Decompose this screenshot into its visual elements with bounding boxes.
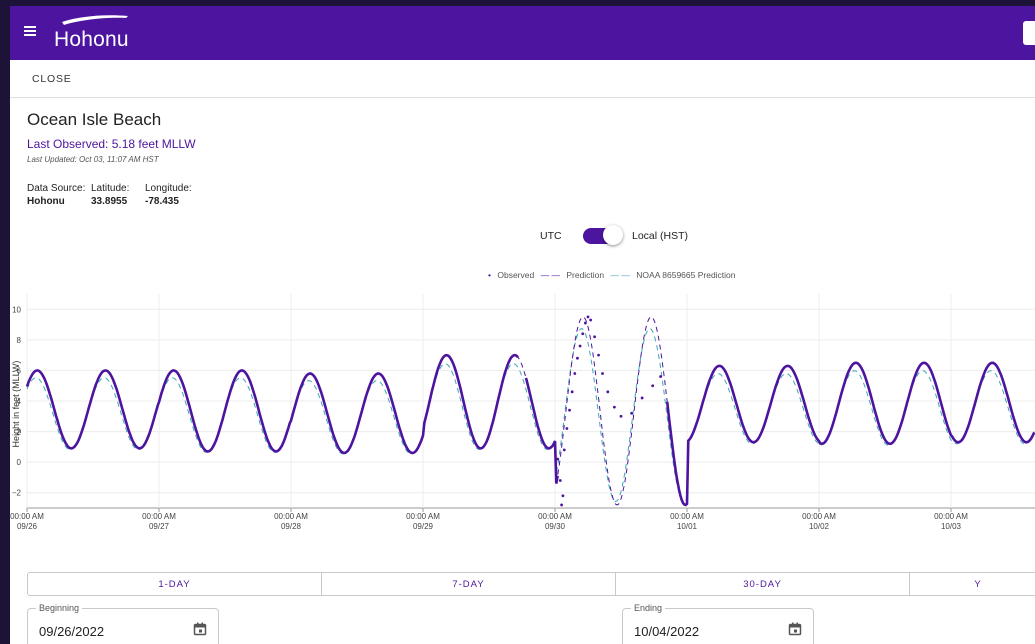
local-label[interactable]: Local (HST) xyxy=(632,230,688,242)
ending-value[interactable]: 10/04/2022 xyxy=(634,624,699,639)
observed-point xyxy=(593,335,596,339)
calendar-icon[interactable] xyxy=(788,622,802,636)
observed-point xyxy=(606,390,610,394)
beginning-date-field[interactable]: Beginning 09/26/2022 xyxy=(27,603,219,644)
timezone-switch-knob[interactable] xyxy=(603,225,623,245)
noaa-prediction-line xyxy=(26,328,1035,503)
observed-point xyxy=(565,427,569,430)
observed-point xyxy=(589,318,593,322)
observed-point xyxy=(651,384,655,388)
prediction-line xyxy=(26,316,1035,506)
observed-point xyxy=(560,503,563,507)
observed-line xyxy=(665,361,1035,507)
x-tick-date: 09/27 xyxy=(149,522,170,531)
observed-point xyxy=(561,494,565,498)
observed-point xyxy=(630,411,633,415)
tide-chart: −20246810 00:00 AM09/2600:00 AM09/2700:0… xyxy=(10,294,1035,531)
meta-label: Data Source: xyxy=(27,183,86,194)
logo-wave-icon xyxy=(62,15,128,25)
station-title: Ocean Isle Beach xyxy=(27,110,162,129)
meta-latitude: Latitude: 33.8955 xyxy=(91,182,129,208)
observed-dot-icon: • xyxy=(488,270,491,280)
y-axis-label: Height in feet (MLLW) xyxy=(11,361,21,448)
appbar-action-button[interactable] xyxy=(1023,21,1035,45)
y-tick-label: −2 xyxy=(12,489,22,498)
x-tick-date: 09/29 xyxy=(413,522,434,531)
app-frame: Hohonu CLOSE Ocean Isle Beach Last Obser… xyxy=(10,6,1035,644)
legend-noaa[interactable]: NOAA 8659665 Prediction xyxy=(636,270,735,280)
x-tick-time: 00:00 AM xyxy=(406,512,440,521)
timezone-toggle: UTC Local (HST) xyxy=(540,225,740,247)
meta-label: Latitude: xyxy=(91,183,130,194)
observed-point xyxy=(570,390,574,394)
range-year-button[interactable]: Y xyxy=(910,573,1035,595)
x-tick-date: 10/01 xyxy=(677,522,698,531)
observed-point xyxy=(601,372,604,375)
observed-point xyxy=(640,396,644,400)
meta-value: -78.435 xyxy=(145,196,179,207)
range-1-day-button[interactable]: 1-DAY xyxy=(28,573,322,595)
range-selector: 1-DAY 7-DAY 30-DAY Y xyxy=(27,572,1035,596)
range-30-day-button[interactable]: 30-DAY xyxy=(616,573,910,595)
y-tick-label: 8 xyxy=(17,336,22,345)
subheader-bar: CLOSE xyxy=(10,60,1035,98)
meta-label: Longitude: xyxy=(145,183,192,194)
meta-value: Hohonu xyxy=(27,196,65,207)
last-observed: Last Observed: 5.18 feet MLLW xyxy=(27,137,196,151)
observed-point xyxy=(578,344,582,348)
observed-point xyxy=(558,479,562,482)
ending-date-field[interactable]: Ending 10/04/2022 xyxy=(622,603,814,644)
calendar-icon[interactable] xyxy=(193,622,207,636)
hamburger-menu-icon[interactable] xyxy=(24,26,36,36)
x-tick-date: 09/28 xyxy=(281,522,302,531)
observed-point xyxy=(613,405,616,409)
range-7-day-button[interactable]: 7-DAY xyxy=(322,573,616,595)
observed-point xyxy=(583,321,587,325)
x-tick-time: 00:00 AM xyxy=(802,512,836,521)
observed-point xyxy=(581,332,585,336)
observed-point xyxy=(619,414,623,418)
x-tick-date: 10/03 xyxy=(941,522,962,531)
beginning-label: Beginning xyxy=(36,603,83,613)
meta-value: 33.8955 xyxy=(91,196,128,207)
observed-line xyxy=(524,377,559,484)
y-tick-label: 0 xyxy=(17,458,22,467)
observed-point xyxy=(556,457,560,461)
observed-point xyxy=(576,356,579,360)
noaa-dash-icon: — — xyxy=(610,270,630,280)
legend-observed[interactable]: Observed xyxy=(497,270,534,280)
ending-label: Ending xyxy=(631,603,666,613)
observed-point xyxy=(597,353,600,357)
meta-data-source: Data Source: Hohonu xyxy=(27,182,85,208)
x-tick-time: 00:00 AM xyxy=(934,512,968,521)
beginning-value[interactable]: 09/26/2022 xyxy=(39,624,104,639)
observed-line xyxy=(25,353,519,455)
utc-label[interactable]: UTC xyxy=(540,230,562,242)
meta-longitude: Longitude: -78.435 xyxy=(145,182,192,208)
prediction-dash-icon: — — xyxy=(540,270,560,280)
observed-point xyxy=(568,408,571,412)
x-tick-time: 00:00 AM xyxy=(538,512,572,521)
close-button[interactable]: CLOSE xyxy=(32,73,72,85)
y-tick-label: 10 xyxy=(12,305,21,314)
chart-legend: • Observed — — Prediction — — NOAA 86596… xyxy=(484,270,736,280)
x-tick-time: 00:00 AM xyxy=(10,512,44,521)
brand-logo[interactable]: Hohonu xyxy=(54,28,129,52)
legend-prediction[interactable]: Prediction xyxy=(566,270,604,280)
x-tick-date: 09/26 xyxy=(17,522,38,531)
observed-point xyxy=(562,448,566,452)
x-tick-date: 09/30 xyxy=(545,522,566,531)
x-tick-time: 00:00 AM xyxy=(670,512,704,521)
x-tick-time: 00:00 AM xyxy=(274,512,308,521)
last-updated: Last Updated: Oct 03, 11:07 AM HST xyxy=(27,155,159,164)
x-tick-time: 00:00 AM xyxy=(142,512,176,521)
observed-point xyxy=(659,375,662,378)
observed-point xyxy=(586,315,590,319)
app-bar: Hohonu xyxy=(10,6,1035,60)
x-tick-date: 10/02 xyxy=(809,522,830,531)
observed-point xyxy=(573,372,577,375)
